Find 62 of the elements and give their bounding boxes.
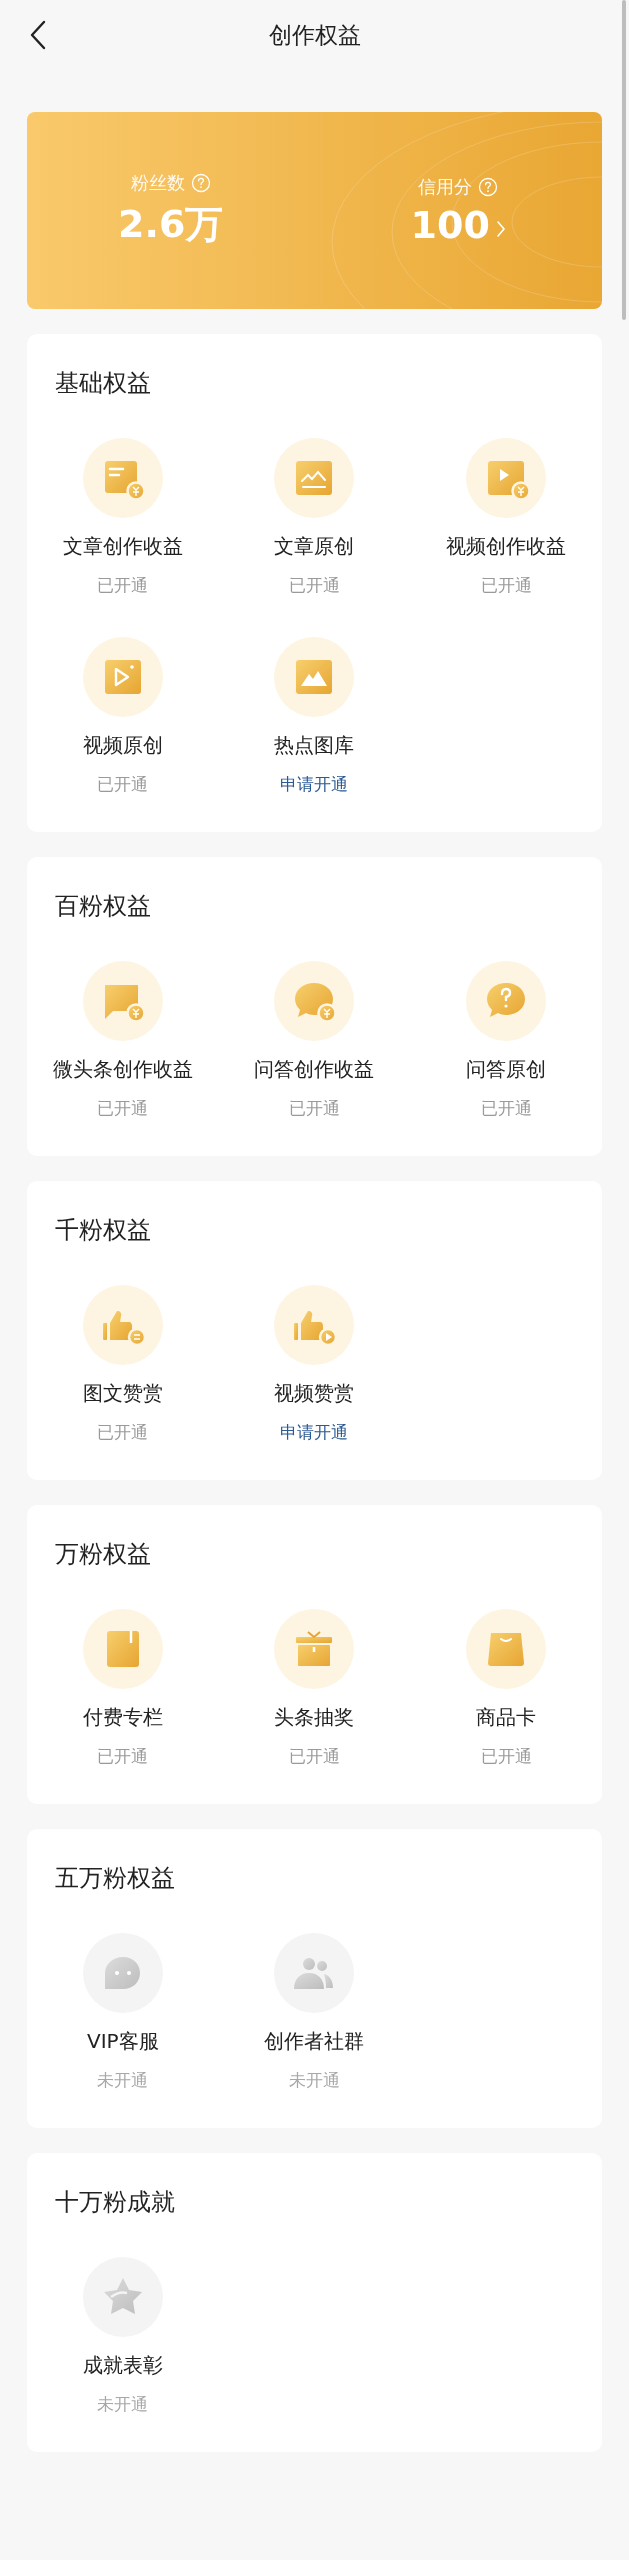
thumbs-up-play-icon[interactable] (274, 1285, 355, 1365)
stat-value: 2.6万 (118, 201, 224, 248)
apply-link[interactable]: 申请开通 (280, 771, 349, 797)
status-text: 未开通 (97, 2393, 149, 2416)
book-icon[interactable] (82, 1609, 163, 1689)
benefit-label: 视频创作收益 (446, 533, 567, 560)
status-text: 已开通 (480, 1745, 532, 1768)
section-title: 五万粉权益 (54, 1863, 176, 1893)
section-title: 百粉权益 (54, 891, 152, 921)
help-icon[interactable] (190, 173, 211, 193)
message-coin-icon[interactable] (82, 961, 163, 1041)
document-coin-icon[interactable] (82, 438, 163, 518)
status-text: 已开通 (480, 1097, 532, 1120)
benefit-label: 付费专栏 (82, 1704, 163, 1731)
benefit-label: 创作者社群 (264, 2028, 365, 2055)
people-icon[interactable] (274, 1933, 355, 2013)
chart-icon[interactable] (274, 438, 355, 518)
page-title: 创作权益 (268, 20, 361, 50)
video-coin-icon[interactable] (466, 438, 547, 518)
stat-label: 粉丝数 (130, 171, 185, 195)
status-text: 已开通 (97, 1421, 149, 1444)
bag-icon[interactable] (466, 1609, 547, 1689)
status-text: 已开通 (97, 773, 149, 796)
status-text: 已开通 (480, 574, 532, 597)
chat-coin-icon[interactable] (274, 961, 355, 1041)
status-text: 已开通 (289, 1097, 340, 1120)
status-text: 未开通 (289, 2069, 340, 2092)
benefit-label: 问答创作收益 (254, 1056, 375, 1083)
status-text: 已开通 (289, 574, 340, 597)
section-title: 千粉权益 (54, 1215, 152, 1245)
thumbs-up-icon[interactable] (82, 1285, 163, 1365)
chat-icon[interactable] (82, 1933, 163, 2013)
section-title: 基础权益 (54, 368, 152, 398)
status-text: 已开通 (289, 1745, 340, 1768)
status-text: 已开通 (97, 1745, 149, 1768)
benefit-label: 文章创作收益 (62, 533, 183, 560)
benefit-label: 视频赞赏 (274, 1380, 355, 1407)
status-text: 已开通 (97, 1097, 149, 1120)
apply-link[interactable]: 申请开通 (280, 1419, 349, 1445)
stat-value: 100 (410, 202, 490, 247)
stat-label: 信用分 (418, 174, 473, 199)
chevron-icon[interactable] (495, 219, 506, 238)
benefit-label: 问答原创 (466, 1056, 547, 1083)
benefit-label: VIP客服 (87, 2028, 159, 2055)
gift-icon[interactable] (274, 1609, 355, 1689)
mountain-icon[interactable] (274, 637, 355, 717)
question-bubble-icon[interactable] (466, 961, 547, 1041)
benefit-label: 热点图库 (274, 732, 355, 759)
section-title: 十万粉成就 (54, 2187, 176, 2217)
play-icon[interactable] (82, 637, 163, 717)
benefit-label: 商品卡 (476, 1704, 537, 1731)
benefit-label: 成就表彰 (82, 2352, 163, 2379)
back-icon[interactable] (28, 19, 48, 51)
benefit-label: 视频原创 (82, 732, 163, 759)
status-text: 未开通 (97, 2069, 149, 2092)
benefit-label: 头条抽奖 (274, 1704, 355, 1731)
section-title: 万粉权益 (54, 1539, 152, 1569)
benefit-label: 微头条创作收益 (52, 1056, 193, 1083)
help-icon[interactable] (478, 176, 499, 197)
status-text: 已开通 (97, 574, 149, 597)
benefit-label: 图文赞赏 (82, 1380, 163, 1407)
benefit-label: 文章原创 (274, 533, 355, 560)
